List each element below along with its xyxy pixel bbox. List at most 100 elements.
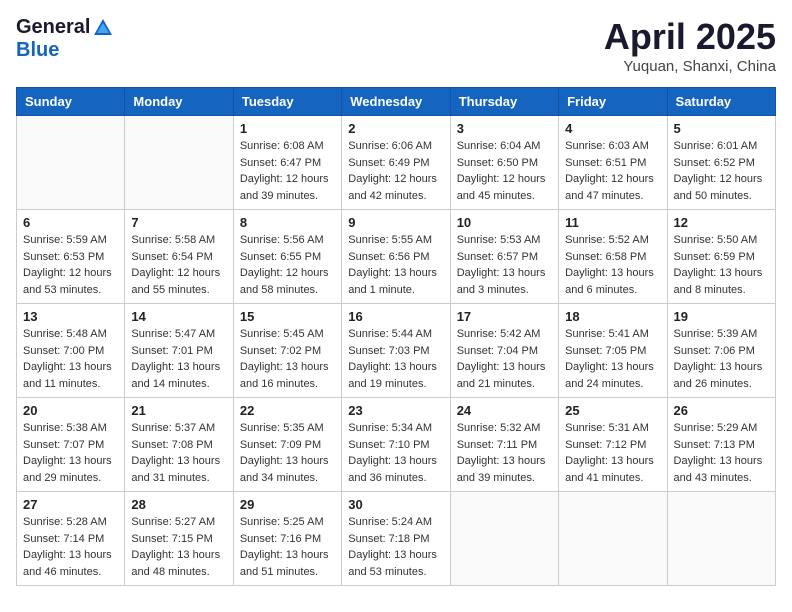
day-detail: Sunrise: 5:48 AMSunset: 7:00 PMDaylight:… (23, 326, 118, 392)
day-detail: Sunrise: 5:34 AMSunset: 7:10 PMDaylight:… (348, 420, 443, 486)
calendar-cell: 17Sunrise: 5:42 AMSunset: 7:04 PMDayligh… (450, 304, 558, 398)
day-info-line: Sunrise: 5:37 AM (131, 420, 226, 437)
calendar-cell (559, 492, 667, 586)
logo-icon (92, 17, 114, 39)
day-detail: Sunrise: 5:53 AMSunset: 6:57 PMDaylight:… (457, 232, 552, 298)
day-info-line: Sunrise: 5:35 AM (240, 420, 335, 437)
calendar-cell: 14Sunrise: 5:47 AMSunset: 7:01 PMDayligh… (125, 304, 233, 398)
day-number: 3 (457, 121, 552, 136)
day-detail: Sunrise: 5:44 AMSunset: 7:03 PMDaylight:… (348, 326, 443, 392)
calendar-cell: 11Sunrise: 5:52 AMSunset: 6:58 PMDayligh… (559, 210, 667, 304)
day-number: 5 (674, 121, 769, 136)
day-info-line: Sunrise: 6:03 AM (565, 138, 660, 155)
calendar-cell: 19Sunrise: 5:39 AMSunset: 7:06 PMDayligh… (667, 304, 775, 398)
day-info-line: Sunset: 7:02 PM (240, 343, 335, 360)
day-info-line: Sunrise: 6:04 AM (457, 138, 552, 155)
calendar-cell: 27 Sunrise: 5:28 AMSunset: 7:14 PMDayligh… (17, 492, 125, 586)
calendar-week-row: 6 Sunrise: 5:59 AMSunset: 6:53 PMDaylight… (17, 210, 776, 304)
calendar-week-row: 20Sunrise: 5:38 AMSunset: 7:07 PMDayligh… (17, 398, 776, 492)
calendar-cell: 23Sunrise: 5:34 AMSunset: 7:10 PMDayligh… (342, 398, 450, 492)
day-detail: Sunrise: 5:52 AMSunset: 6:58 PMDaylight:… (565, 232, 660, 298)
subtitle: Yuquan, Shanxi, China (604, 58, 776, 75)
day-info-line: Sunrise: 5:31 AM (565, 420, 660, 437)
day-info-line: Sunrise: 5:59 AM (23, 232, 118, 249)
day-number: 29 (240, 497, 335, 512)
day-detail: Sunrise: 5:28 AMSunset: 7:14 PMDaylight:… (23, 514, 118, 580)
day-info-line: Sunset: 7:14 PM (23, 531, 118, 548)
day-info-line: Sunset: 7:06 PM (674, 343, 769, 360)
day-detail: Sunrise: 5:45 AMSunset: 7:02 PMDaylight:… (240, 326, 335, 392)
day-info-line: Daylight: 13 hours and 41 minutes. (565, 453, 660, 486)
day-detail: Sunrise: 5:37 AMSunset: 7:08 PMDaylight:… (131, 420, 226, 486)
day-info-line: Sunset: 7:01 PM (131, 343, 226, 360)
calendar-cell: 22Sunrise: 5:35 AMSunset: 7:09 PMDayligh… (233, 398, 341, 492)
day-number: 9 (348, 215, 443, 230)
day-number: 6 (23, 215, 118, 230)
day-info-line: Sunset: 7:07 PM (23, 437, 118, 454)
day-info-line: Sunrise: 5:58 AM (131, 232, 226, 249)
calendar-cell: 29Sunrise: 5:25 AMSunset: 7:16 PMDayligh… (233, 492, 341, 586)
day-info-line: Sunrise: 6:01 AM (674, 138, 769, 155)
calendar-cell: 24Sunrise: 5:32 AMSunset: 7:11 PMDayligh… (450, 398, 558, 492)
day-detail: Sunrise: 5:58 AMSunset: 6:54 PMDaylight:… (131, 232, 226, 298)
day-info-line: Sunrise: 5:47 AM (131, 326, 226, 343)
day-detail: Sunrise: 5:56 AMSunset: 6:55 PMDaylight:… (240, 232, 335, 298)
day-info-line: Daylight: 13 hours and 36 minutes. (348, 453, 443, 486)
day-info-line: Sunrise: 5:41 AM (565, 326, 660, 343)
day-info-line: Sunrise: 5:27 AM (131, 514, 226, 531)
day-info-line: Sunset: 7:04 PM (457, 343, 552, 360)
day-detail: Sunrise: 5:38 AMSunset: 7:07 PMDaylight:… (23, 420, 118, 486)
day-number: 25 (565, 403, 660, 418)
day-detail: Sunrise: 6:03 AMSunset: 6:51 PMDaylight:… (565, 138, 660, 204)
day-info-line: Sunset: 6:51 PM (565, 155, 660, 172)
day-info-line: Sunrise: 5:56 AM (240, 232, 335, 249)
day-number: 27 (23, 497, 118, 512)
day-detail: Sunrise: 5:59 AMSunset: 6:53 PMDaylight:… (23, 232, 118, 298)
day-info-line: Sunset: 6:50 PM (457, 155, 552, 172)
day-info-line: Daylight: 13 hours and 8 minutes. (674, 265, 769, 298)
day-info-line: Daylight: 12 hours and 50 minutes. (674, 171, 769, 204)
calendar-week-row: 13 Sunrise: 5:48 AMSunset: 7:00 PMDayligh… (17, 304, 776, 398)
calendar-cell: 8 Sunrise: 5:56 AMSunset: 6:55 PMDaylight… (233, 210, 341, 304)
calendar-cell: 15Sunrise: 5:45 AMSunset: 7:02 PMDayligh… (233, 304, 341, 398)
calendar-cell: 2Sunrise: 6:06 AMSunset: 6:49 PMDaylight… (342, 116, 450, 210)
day-info-line: Sunset: 6:59 PM (674, 249, 769, 266)
day-info-line: Sunrise: 5:24 AM (348, 514, 443, 531)
day-info-line: Sunrise: 5:55 AM (348, 232, 443, 249)
day-info-line: Sunrise: 6:06 AM (348, 138, 443, 155)
day-info-line: Sunset: 7:00 PM (23, 343, 118, 360)
calendar-cell: 5Sunrise: 6:01 AMSunset: 6:52 PMDaylight… (667, 116, 775, 210)
logo: General Blue (16, 16, 114, 62)
day-info-line: Sunset: 7:15 PM (131, 531, 226, 548)
calendar-cell: 26Sunrise: 5:29 AMSunset: 7:13 PMDayligh… (667, 398, 775, 492)
day-info-line: Daylight: 13 hours and 3 minutes. (457, 265, 552, 298)
day-number: 24 (457, 403, 552, 418)
day-info-line: Daylight: 12 hours and 39 minutes. (240, 171, 335, 204)
weekday-header: Tuesday (233, 88, 341, 116)
calendar-cell: 30Sunrise: 5:24 AMSunset: 7:18 PMDayligh… (342, 492, 450, 586)
calendar-cell: 25Sunrise: 5:31 AMSunset: 7:12 PMDayligh… (559, 398, 667, 492)
day-detail: Sunrise: 5:47 AMSunset: 7:01 PMDaylight:… (131, 326, 226, 392)
day-info-line: Daylight: 13 hours and 46 minutes. (23, 547, 118, 580)
day-number: 7 (131, 215, 226, 230)
day-info-line: Sunset: 6:58 PM (565, 249, 660, 266)
day-number: 8 (240, 215, 335, 230)
day-info-line: Daylight: 12 hours and 42 minutes. (348, 171, 443, 204)
weekday-header: Thursday (450, 88, 558, 116)
day-info-line: Sunrise: 5:48 AM (23, 326, 118, 343)
day-info-line: Daylight: 13 hours and 11 minutes. (23, 359, 118, 392)
calendar-week-row: 27 Sunrise: 5:28 AMSunset: 7:14 PMDayligh… (17, 492, 776, 586)
day-info-line: Daylight: 13 hours and 29 minutes. (23, 453, 118, 486)
day-info-line: Daylight: 13 hours and 48 minutes. (131, 547, 226, 580)
calendar-cell: 10Sunrise: 5:53 AMSunset: 6:57 PMDayligh… (450, 210, 558, 304)
day-info-line: Sunrise: 5:34 AM (348, 420, 443, 437)
day-info-line: Sunrise: 5:44 AM (348, 326, 443, 343)
day-detail: Sunrise: 5:42 AMSunset: 7:04 PMDaylight:… (457, 326, 552, 392)
day-number: 16 (348, 309, 443, 324)
calendar-cell: 1Sunrise: 6:08 AMSunset: 6:47 PMDaylight… (233, 116, 341, 210)
day-info-line: Sunrise: 5:39 AM (674, 326, 769, 343)
day-detail: Sunrise: 5:39 AMSunset: 7:06 PMDaylight:… (674, 326, 769, 392)
calendar-cell: 13 Sunrise: 5:48 AMSunset: 7:00 PMDayligh… (17, 304, 125, 398)
day-number: 13 (23, 309, 118, 324)
day-info-line: Daylight: 13 hours and 31 minutes. (131, 453, 226, 486)
